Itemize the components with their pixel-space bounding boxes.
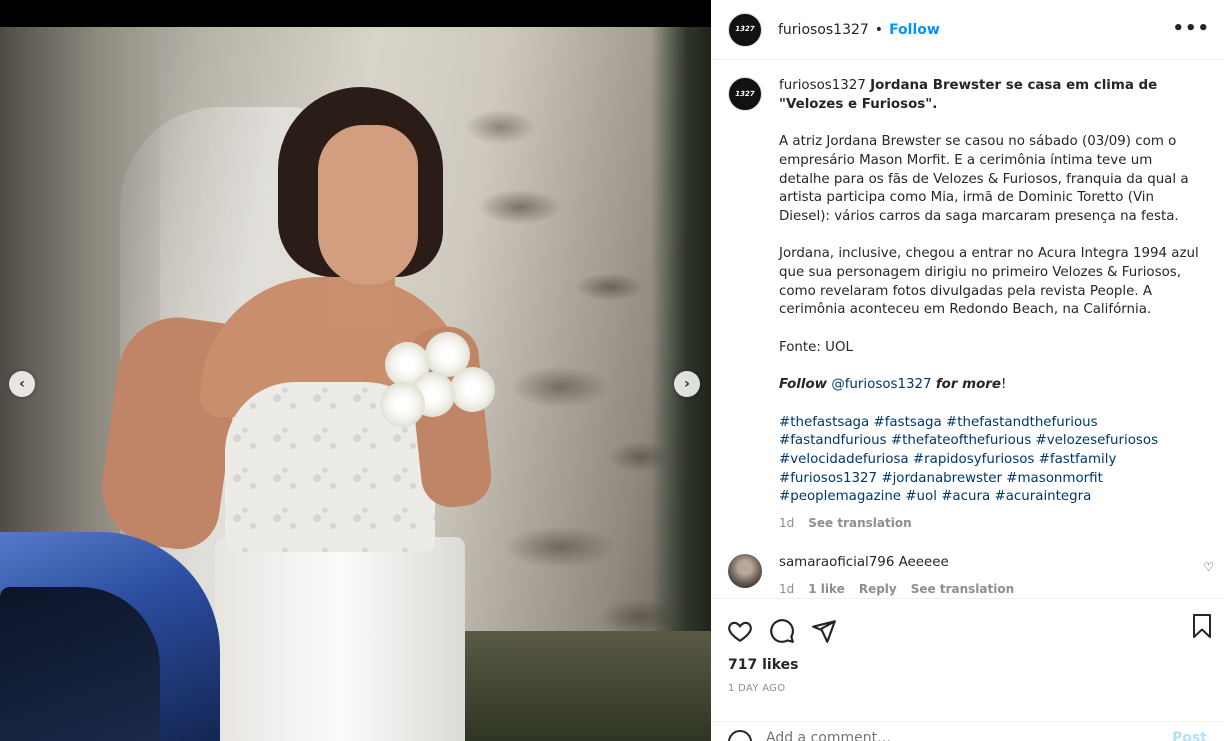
- hashtag-link[interactable]: #acuraintegra: [994, 489, 1091, 504]
- see-translation-button[interactable]: See translation: [808, 516, 911, 530]
- comment-icon[interactable]: [769, 618, 795, 644]
- caption-source: Fonte: UOL: [779, 339, 853, 355]
- caption-time: 1d: [779, 516, 795, 531]
- comment-likes[interactable]: 1 like: [808, 582, 845, 596]
- caption-paragraph: A atriz Jordana Brewster se casou no sáb…: [779, 134, 1189, 224]
- caption: 1327 furiosos1327 Jordana Brewster se ca…: [711, 61, 1224, 530]
- hashtag-link[interactable]: #furiosos1327: [779, 471, 877, 486]
- caption-meta: 1d See translation: [779, 516, 1204, 530]
- hashtag-link[interactable]: #rapidosyfuriosos: [913, 452, 1035, 467]
- hashtag-link[interactable]: #velocidadefuriosa: [779, 452, 909, 467]
- bouquet: [375, 332, 495, 432]
- action-icons: [711, 599, 1224, 651]
- more-options-icon[interactable]: •••: [1172, 18, 1210, 39]
- comment-text: Aeeeee: [898, 555, 949, 571]
- hashtag-link[interactable]: #jordanabrewster: [881, 471, 1002, 486]
- carousel-next-button[interactable]: ›: [674, 371, 700, 397]
- hashtag-link[interactable]: #peoplemagazine: [779, 489, 901, 504]
- chevron-left-icon: ‹: [19, 376, 25, 392]
- share-icon[interactable]: [811, 618, 837, 644]
- hashtag-link[interactable]: #thefastsaga: [779, 415, 869, 430]
- post-header: 1327 furiosos1327 • Follow •••: [711, 0, 1224, 60]
- reply-button[interactable]: Reply: [859, 582, 897, 596]
- post-comment-button[interactable]: Post: [1172, 730, 1207, 741]
- emoji-icon[interactable]: [728, 730, 752, 741]
- hashtag-link[interactable]: #fastandfurious: [779, 433, 887, 448]
- likes-count[interactable]: 717 likes: [711, 657, 1224, 673]
- comment-item: samaraoficial796 Aeeeee 1d 1 like Reply …: [711, 538, 1224, 596]
- avatar[interactable]: 1327: [728, 12, 762, 47]
- hashtag-link[interactable]: #velozesefuriosos: [1036, 433, 1159, 448]
- mention-link[interactable]: @furiosos1327: [831, 377, 931, 392]
- hashtag-link[interactable]: #masonmorfit: [1006, 471, 1103, 486]
- caption-follow-line: Follow @furiosos1327 for more!: [779, 377, 1007, 393]
- follow-button[interactable]: Follow: [889, 22, 940, 38]
- hashtags: #thefastsaga #fastsaga #thefastandthefur…: [779, 414, 1204, 508]
- caption-paragraph: Jordana, inclusive, chegou a entrar no A…: [779, 246, 1199, 318]
- carousel-prev-button[interactable]: ‹: [9, 371, 35, 397]
- caption-avatar[interactable]: 1327: [728, 77, 762, 111]
- chevron-right-icon: ›: [684, 376, 690, 392]
- heart-icon[interactable]: [727, 618, 753, 644]
- bookmark-icon[interactable]: [1190, 613, 1214, 639]
- header-username[interactable]: furiosos1327: [778, 22, 869, 38]
- hashtag-link[interactable]: #fastsaga: [874, 415, 942, 430]
- post-media: ‹ ›: [0, 0, 711, 741]
- post-time: 1 DAY AGO: [728, 683, 786, 694]
- post-photo[interactable]: [0, 27, 711, 741]
- comments-section[interactable]: 1327 furiosos1327 Jordana Brewster se ca…: [711, 61, 1224, 598]
- post-panel: 1327 furiosos1327 • Follow ••• 1327 furi…: [711, 0, 1224, 741]
- comment-meta: 1d 1 like Reply See translation: [779, 582, 1184, 596]
- separator-dot: •: [874, 21, 884, 38]
- comment-input[interactable]: [766, 730, 1173, 741]
- hashtag-link[interactable]: #thefateofthefurious: [891, 433, 1031, 448]
- hashtag-link[interactable]: #thefastandthefurious: [946, 415, 1098, 430]
- hashtag-link[interactable]: #fastfamily: [1039, 452, 1117, 467]
- comment-time: 1d: [779, 581, 795, 596]
- hashtag-link[interactable]: #acura: [941, 489, 990, 504]
- add-comment-bar: Post: [711, 721, 1224, 741]
- commenter-username[interactable]: samaraoficial796: [779, 555, 894, 570]
- comment-like-icon[interactable]: ♡: [1203, 560, 1214, 574]
- post-actions: 717 likes 1 DAY AGO Post: [711, 598, 1224, 741]
- see-translation-button[interactable]: See translation: [911, 582, 1014, 596]
- caption-username[interactable]: furiosos1327: [779, 78, 866, 93]
- hashtag-link[interactable]: #uol: [905, 489, 937, 504]
- commenter-avatar[interactable]: [728, 554, 762, 589]
